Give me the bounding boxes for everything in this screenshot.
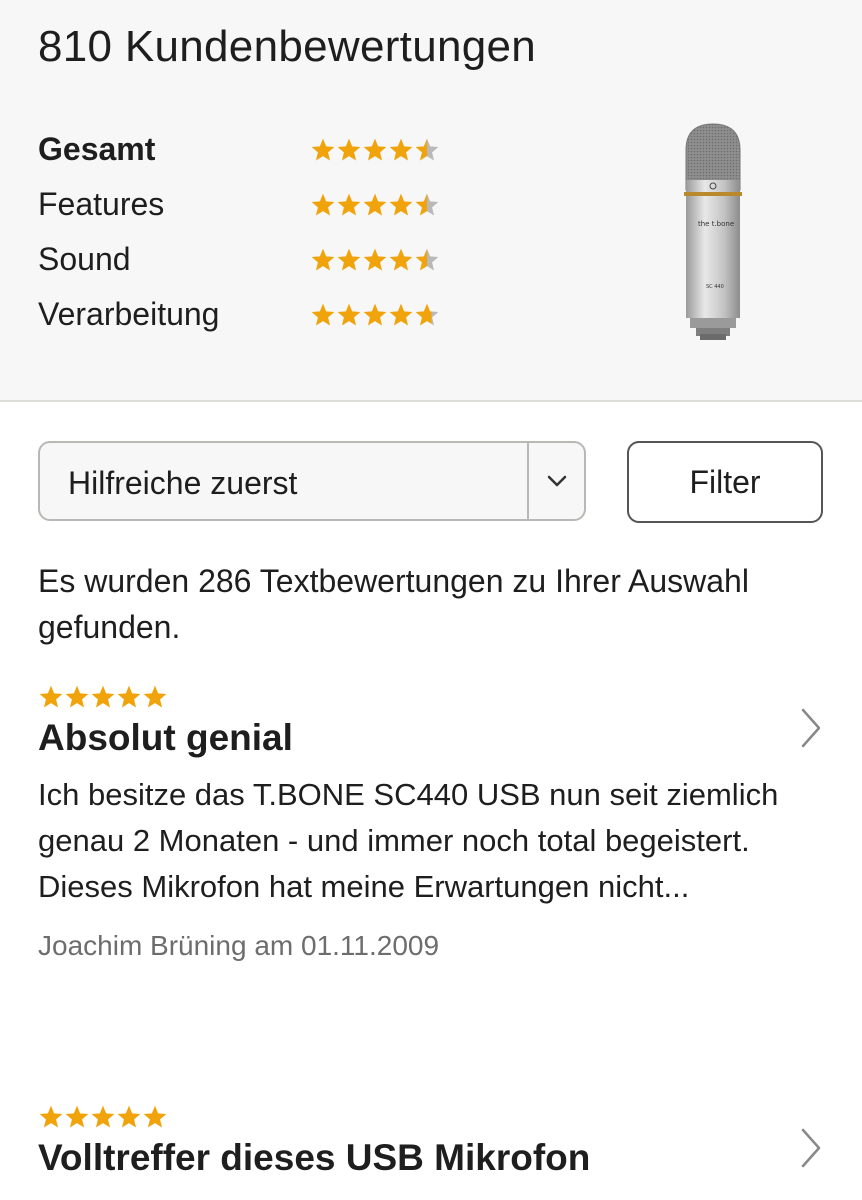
review-star-rating — [38, 1104, 838, 1130]
star-icon — [337, 248, 361, 271]
rating-row-sound: Sound — [38, 232, 440, 287]
star-icon — [337, 138, 361, 161]
review-title: Absolut genial — [38, 717, 293, 758]
star-icon — [39, 685, 63, 708]
product-brand-text: the t.bone — [698, 220, 734, 228]
rating-label: Sound — [38, 241, 131, 277]
star-icon — [363, 138, 387, 161]
star-icon — [39, 1105, 63, 1128]
star-icon — [311, 303, 335, 326]
review-item[interactable]: Volltreffer dieses USB Mikrofon — [38, 1104, 838, 1180]
star-rating — [310, 247, 440, 273]
star-rating — [310, 137, 440, 163]
star-icon — [65, 1105, 89, 1128]
star-icon — [143, 1105, 167, 1128]
star-icon — [311, 193, 335, 216]
star-icon — [117, 1105, 141, 1128]
chevron-right-icon[interactable] — [798, 706, 824, 750]
star-icon — [415, 303, 439, 326]
rating-row-overall: Gesamt — [38, 122, 440, 177]
filter-button[interactable]: Filter — [627, 441, 823, 523]
star-icon — [117, 685, 141, 708]
review-author-date: Joachim Brüning am 01.11.2009 — [38, 930, 440, 961]
product-model-text: SC 440 — [706, 284, 724, 290]
star-icon — [415, 138, 439, 161]
review-star-rating — [38, 684, 838, 710]
star-icon — [311, 248, 335, 271]
rating-label: Gesamt — [38, 131, 156, 167]
star-icon — [143, 685, 167, 708]
star-icon — [337, 303, 361, 326]
star-icon — [363, 303, 387, 326]
chevron-right-icon[interactable] — [798, 1126, 824, 1170]
star-icon — [337, 193, 361, 216]
rating-label: Verarbeitung — [38, 296, 220, 332]
star-icon — [389, 248, 413, 271]
review-title: Volltreffer dieses USB Mikrofon — [38, 1137, 591, 1178]
rating-breakdown: Gesamt Features Sound Verarbeitung — [38, 122, 440, 342]
star-icon — [91, 685, 115, 708]
star-icon — [65, 685, 89, 708]
review-body: Ich besitze das T.BONE SC440 USB nun sei… — [38, 777, 779, 904]
star-icon — [415, 193, 439, 216]
page-title: 810 Kundenbewertungen — [38, 22, 537, 71]
product-image: the t.bone SC 440 — [684, 123, 742, 340]
star-icon — [363, 248, 387, 271]
star-icon — [389, 138, 413, 161]
result-count-text: Es wurden 286 Textbewertungen zu Ihrer A… — [38, 563, 749, 645]
sort-select-value: Hilfreiche zuerst — [68, 465, 298, 501]
sort-select[interactable]: Hilfreiche zuerst — [38, 441, 586, 521]
star-icon — [415, 248, 439, 271]
rating-row-build-quality: Verarbeitung — [38, 287, 440, 342]
star-rating — [310, 302, 440, 328]
rating-row-features: Features — [38, 177, 440, 232]
star-rating — [310, 192, 440, 218]
select-divider — [527, 443, 529, 519]
review-item[interactable]: Absolut genial Ich besitze das T.BONE SC… — [38, 684, 838, 962]
rating-label: Features — [38, 186, 165, 222]
star-icon — [363, 193, 387, 216]
star-icon — [91, 1105, 115, 1128]
list-controls: Hilfreiche zuerst Filter — [38, 441, 824, 523]
star-icon — [311, 138, 335, 161]
ratings-summary: 810 Kundenbewertungen Gesamt Features So… — [0, 0, 862, 402]
star-icon — [389, 303, 413, 326]
chevron-down-icon — [547, 475, 567, 487]
star-icon — [389, 193, 413, 216]
